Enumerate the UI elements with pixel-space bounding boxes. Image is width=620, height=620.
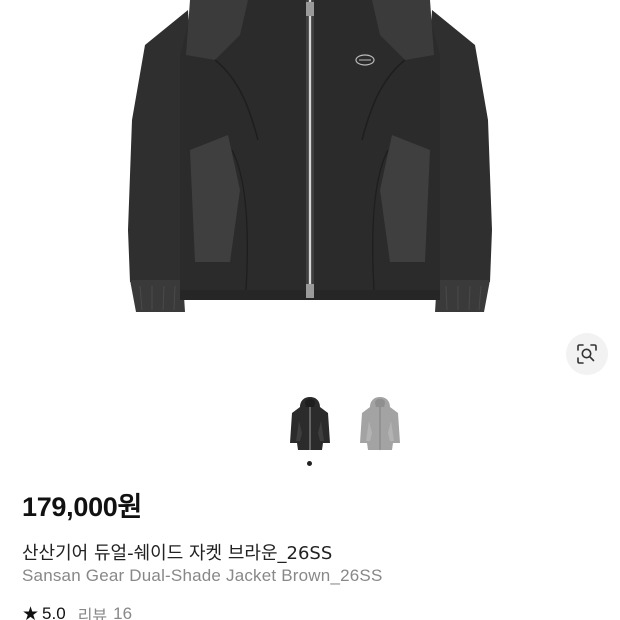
review-count: 16	[113, 604, 133, 620]
thumbnail-gray-jacket[interactable]	[353, 393, 407, 453]
product-name-english: Sansan Gear Dual-Shade Jacket Brown_26SS	[22, 566, 383, 585]
gallery-pagination	[0, 461, 620, 467]
product-detail-page: 179,000원 산산기어 듀얼-쉐이드 자켓 브라운_26SS Sansan …	[0, 0, 620, 620]
pagination-dot-active	[307, 461, 312, 466]
lens-search-icon	[577, 344, 597, 364]
product-name-korean: 산산기어 듀얼-쉐이드 자켓 브라운_26SS	[22, 543, 333, 564]
product-price: 179,000원	[22, 492, 143, 522]
star-icon: ★	[22, 602, 40, 620]
jacket-black-thumbnail	[290, 397, 330, 450]
thumbnail-black-jacket[interactable]	[283, 393, 337, 453]
jacket-gray-thumbnail	[360, 397, 400, 450]
product-main-image[interactable]	[0, 0, 620, 385]
review-label: 리뷰	[77, 606, 108, 620]
jacket-image	[128, 0, 492, 312]
rating-summary[interactable]: ★ 5.0 리뷰 16	[22, 603, 132, 620]
rating-score: 5.0	[42, 604, 66, 620]
image-search-button[interactable]	[566, 333, 608, 375]
thumbnail-strip	[0, 393, 620, 457]
